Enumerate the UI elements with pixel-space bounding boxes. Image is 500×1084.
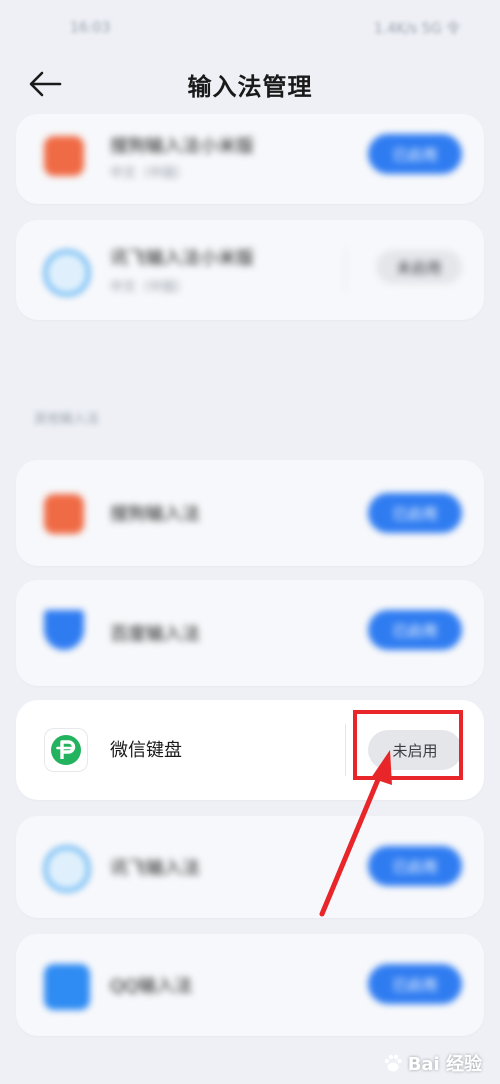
status-time: 16:03: [70, 20, 111, 36]
header: 输入法管理: [0, 56, 500, 112]
baidu-paw-icon: [384, 1054, 402, 1072]
page-title: 输入法管理: [187, 72, 313, 101]
divider: [345, 248, 346, 292]
input-method-card: 讯飞输入法小米版 中文（中国） 未启用: [16, 220, 484, 320]
app-name: 讯飞输入法小米版: [110, 248, 254, 269]
enabled-button[interactable]: 已启用: [368, 134, 462, 174]
iflytek-icon: [44, 846, 90, 892]
app-name: 搜狗输入法小米版: [110, 136, 254, 157]
enabled-button[interactable]: 已启用: [368, 846, 462, 886]
status-indicators: 1.4K/s 5G 令: [373, 21, 460, 37]
input-method-card: 搜狗输入法 已启用: [16, 460, 484, 566]
disabled-button[interactable]: 未启用: [376, 250, 462, 284]
enabled-button[interactable]: 已启用: [368, 610, 462, 650]
app-name: 讯飞输入法: [110, 858, 200, 879]
baidu-icon: [44, 610, 84, 650]
section-label: 其他输入法: [34, 412, 100, 427]
app-subtitle: 中文（中国）: [110, 280, 189, 295]
sogou-icon: [44, 136, 84, 176]
input-method-card: 讯飞输入法 已启用: [16, 816, 484, 918]
status-bar: 16:03 1.4K/s 5G 令: [0, 0, 500, 56]
app-name: 搜狗输入法: [110, 504, 200, 525]
input-method-card: QQ输入法 已启用: [16, 934, 484, 1036]
watermark-text: Bai 经验: [407, 1054, 482, 1075]
iflytek-icon: [44, 250, 90, 296]
highlight-box: [353, 710, 463, 780]
app-name: QQ输入法: [110, 976, 193, 997]
enabled-button[interactable]: 已启用: [368, 964, 462, 1004]
wechat-keyboard-icon: [44, 728, 88, 772]
arrow-left-icon[interactable]: [28, 70, 62, 98]
app-name: 微信键盘: [110, 740, 182, 761]
sogou-icon: [44, 494, 84, 534]
qq-input-icon: [44, 964, 90, 1010]
app-name: 百度输入法: [110, 624, 200, 645]
app-subtitle: 中文（中国）: [110, 166, 189, 181]
input-method-card: 搜狗输入法小米版 中文（中国） 已启用: [16, 114, 484, 204]
input-method-card: 百度输入法 已启用: [16, 580, 484, 686]
watermark: Bai 经验: [382, 1050, 482, 1076]
enabled-button[interactable]: 已启用: [368, 493, 462, 533]
divider: [345, 724, 346, 776]
